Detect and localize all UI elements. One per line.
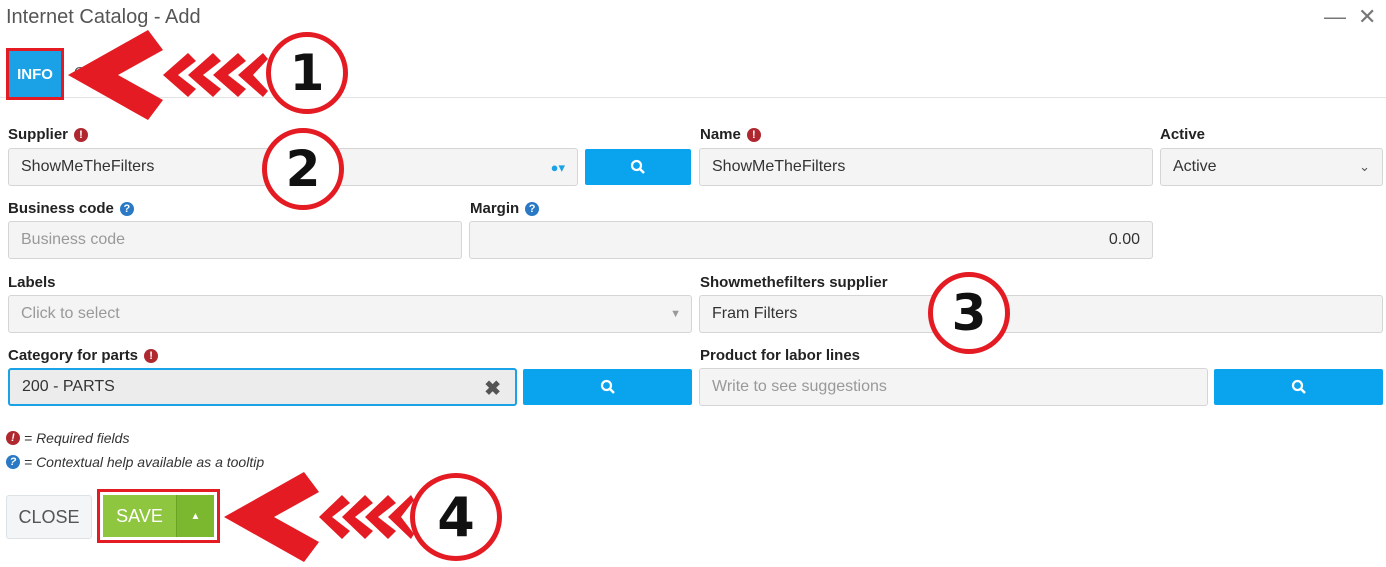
- supplier-search-button[interactable]: [585, 149, 691, 185]
- margin-input[interactable]: 0.00: [469, 221, 1153, 259]
- product-search-button[interactable]: [1214, 369, 1383, 405]
- help-icon[interactable]: ?: [525, 201, 540, 216]
- annotation-arrow-1: [68, 30, 268, 120]
- category-parts-field[interactable]: 200 - PARTS ✖: [8, 368, 517, 406]
- supplier-label: Supplier!: [8, 126, 89, 143]
- active-select-value: Active: [1173, 158, 1217, 175]
- product-labor-input[interactable]: Write to see suggestions: [699, 368, 1208, 406]
- minimize-icon[interactable]: —: [1324, 4, 1346, 30]
- required-icon: !: [746, 127, 761, 142]
- annotation-arrow-4: [224, 472, 414, 562]
- annotation-1: 1: [266, 32, 348, 114]
- annotation-2: 2: [262, 128, 344, 210]
- supplier-value: ShowMeTheFilters: [21, 158, 155, 175]
- search-icon: [630, 159, 645, 174]
- active-select[interactable]: Active ⌄: [1160, 148, 1383, 186]
- required-icon: !: [74, 127, 89, 142]
- globe-dropdown-icon[interactable]: ●▾: [551, 160, 565, 176]
- annotation-3: 3: [928, 272, 1010, 354]
- caret-down-icon: ▼: [670, 308, 681, 320]
- close-icon[interactable]: ✕: [1358, 4, 1376, 30]
- search-icon: [600, 379, 615, 394]
- name-label: Name!: [700, 126, 761, 143]
- chevron-down-icon: ⌄: [1359, 159, 1370, 174]
- active-label: Active: [1160, 126, 1206, 143]
- close-button[interactable]: CLOSE: [6, 495, 92, 539]
- labels-label: Labels: [8, 274, 56, 291]
- business-code-label: Business code?: [8, 200, 134, 217]
- save-button[interactable]: SAVE: [103, 495, 176, 537]
- labels-select[interactable]: Click to select ▼: [8, 295, 692, 333]
- tab-info[interactable]: INFO: [6, 48, 64, 100]
- required-icon: !: [144, 348, 159, 363]
- category-parts-label: Category for parts!: [8, 347, 159, 364]
- labels-placeholder: Click to select: [21, 305, 120, 322]
- legend-required: ! = Required fields: [6, 430, 129, 446]
- margin-label: Margin?: [470, 200, 540, 217]
- save-dropdown-button[interactable]: ▲: [176, 495, 214, 537]
- required-icon: !: [6, 431, 20, 445]
- category-search-button[interactable]: [523, 369, 692, 405]
- business-code-input[interactable]: Business code: [8, 221, 462, 259]
- help-icon: ?: [6, 455, 20, 469]
- name-field[interactable]: ShowMeTheFilters: [699, 148, 1153, 186]
- clear-icon[interactable]: ✖: [484, 376, 501, 401]
- smtf-supplier-field[interactable]: Fram Filters: [699, 295, 1383, 333]
- annotation-4: 4: [410, 473, 502, 561]
- help-icon[interactable]: ?: [119, 201, 134, 216]
- save-button-group: SAVE ▲: [97, 489, 220, 543]
- search-icon: [1291, 379, 1306, 394]
- product-labor-label: Product for labor lines: [700, 347, 861, 364]
- smtf-supplier-label: Showmethefilters supplier: [700, 274, 888, 291]
- category-parts-value: 200 - PARTS: [22, 378, 115, 395]
